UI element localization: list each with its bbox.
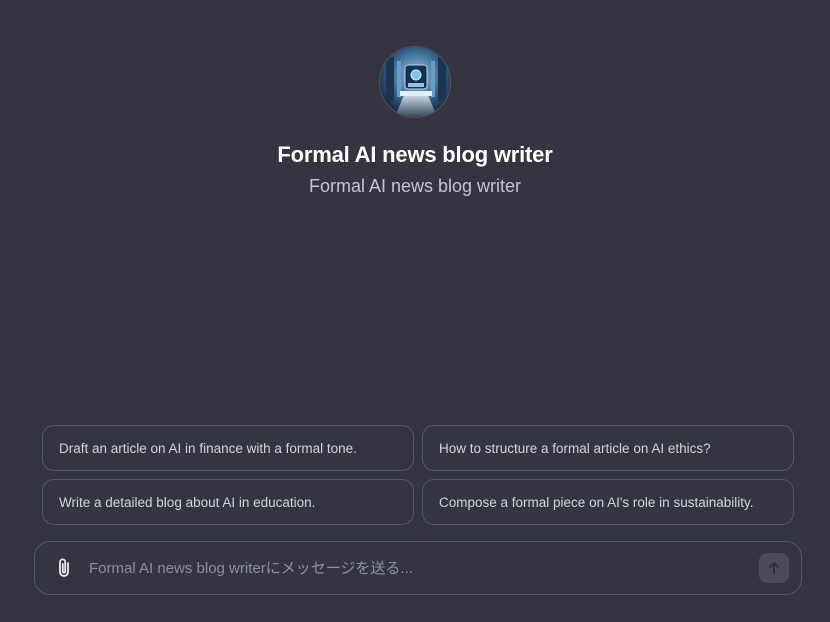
message-composer xyxy=(34,541,802,595)
gpt-intro: Formal AI news blog writer Formal AI new… xyxy=(0,46,830,197)
suggestion-button[interactable]: Draft an article on AI in finance with a… xyxy=(42,425,414,471)
gpt-description: Formal AI news blog writer xyxy=(308,176,522,196)
suggestion-button[interactable]: Write a detailed blog about AI in educat… xyxy=(42,479,414,525)
paperclip-icon[interactable] xyxy=(53,557,75,579)
avatar-image-icon xyxy=(380,47,450,117)
message-input[interactable] xyxy=(89,553,759,583)
arrow-up-icon xyxy=(769,562,779,574)
chat-page: Formal AI news blog writer Formal AI new… xyxy=(0,0,830,622)
send-button[interactable] xyxy=(759,553,789,583)
gpt-avatar xyxy=(379,46,451,118)
suggestion-button[interactable]: How to structure a formal article on AI … xyxy=(422,425,794,471)
suggestion-grid: Draft an article on AI in finance with a… xyxy=(42,425,794,525)
gpt-title: Formal AI news blog writer xyxy=(277,142,553,167)
suggestion-button[interactable]: Compose a formal piece on AI's role in s… xyxy=(422,479,794,525)
